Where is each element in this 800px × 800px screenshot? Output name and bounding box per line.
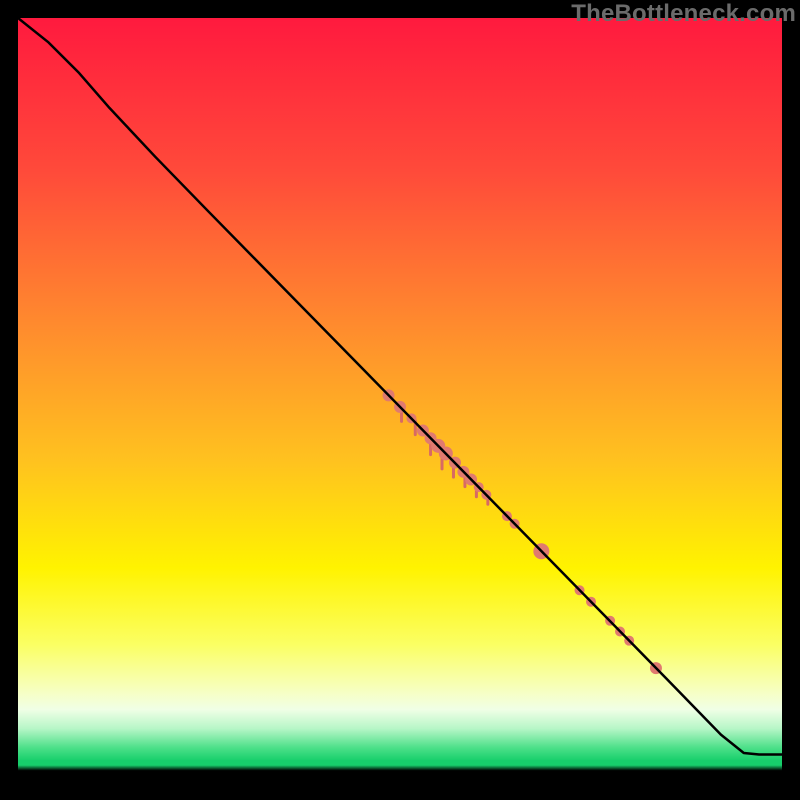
watermark-text: TheBottleneck.com [571, 0, 796, 28]
chart-frame: TheBottleneck.com [0, 0, 800, 800]
chart-plot-area [18, 18, 782, 782]
chart-svg [18, 18, 782, 782]
